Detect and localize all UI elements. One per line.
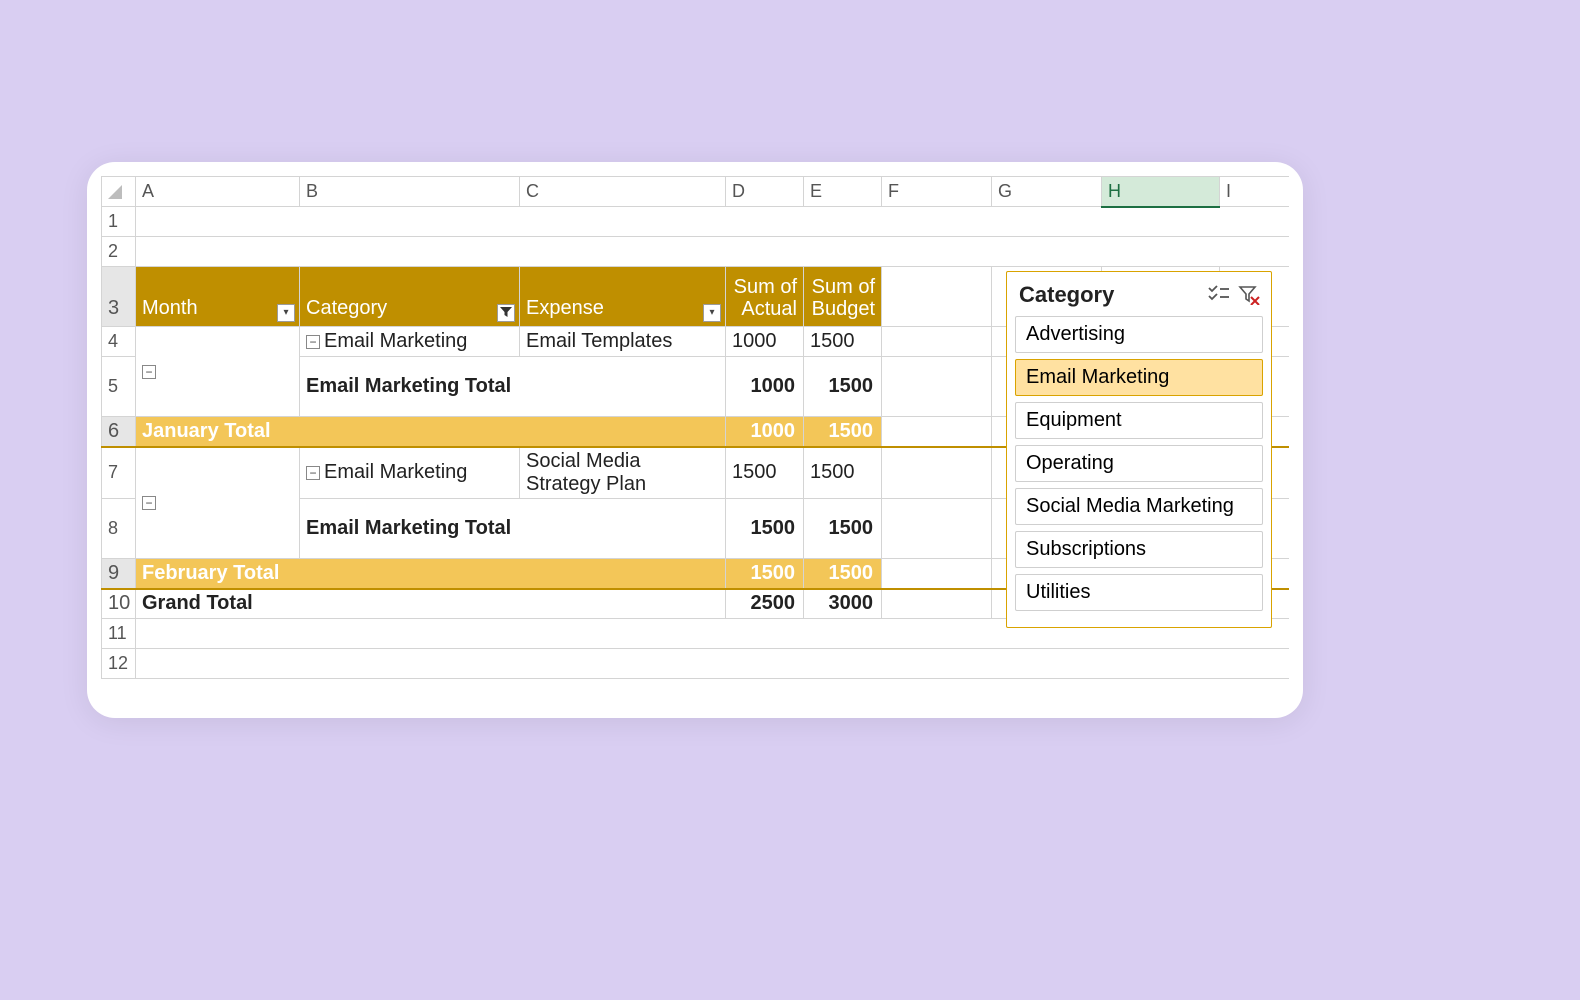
column-header-d[interactable]: D (726, 177, 804, 207)
month-cell-january[interactable]: −January (136, 327, 300, 417)
row-header-12[interactable]: 12 (102, 649, 136, 679)
label: Expense (526, 297, 604, 319)
category-subtotal-actual[interactable]: 1500 (726, 499, 804, 559)
pivot-header-budget[interactable]: Sum of Budget (804, 267, 882, 327)
cell[interactable] (882, 559, 992, 589)
category-subtotal-budget[interactable]: 1500 (804, 357, 882, 417)
collapse-icon[interactable]: − (306, 466, 320, 480)
column-header-i[interactable]: I (1220, 177, 1290, 207)
grand-total-label[interactable]: Grand Total (136, 589, 726, 619)
row-header-7[interactable]: 7 (102, 447, 136, 499)
row-header-8[interactable]: 8 (102, 499, 136, 559)
cell[interactable] (882, 499, 992, 559)
collapse-icon[interactable]: − (142, 496, 156, 510)
row-header-1[interactable]: 1 (102, 207, 136, 237)
cell[interactable] (882, 447, 992, 499)
cell[interactable] (136, 237, 1290, 267)
pivot-header-month[interactable]: Month ▾ (136, 267, 300, 327)
spreadsheet-panel: A B C D E F G H I 1 2 3 Month ▾ (87, 162, 1303, 718)
filter-active-icon[interactable] (497, 304, 515, 322)
category-subtotal-actual[interactable]: 1000 (726, 357, 804, 417)
slicer-item-equipment[interactable]: Equipment (1015, 402, 1263, 439)
multiselect-icon[interactable] (1207, 285, 1231, 305)
category-cell-feb[interactable]: −Email Marketing (300, 447, 520, 499)
cell[interactable] (136, 207, 1290, 237)
cell[interactable] (136, 649, 1290, 679)
column-header-f[interactable]: F (882, 177, 992, 207)
budget-cell[interactable]: 1500 (804, 327, 882, 357)
select-all-corner[interactable] (102, 177, 136, 207)
column-header-a[interactable]: A (136, 177, 300, 207)
category-subtotal-budget[interactable]: 1500 (804, 499, 882, 559)
label: Month (142, 297, 198, 319)
month-total-label[interactable]: January Total (136, 417, 726, 447)
row-header-10[interactable]: 10 (102, 589, 136, 619)
expense-cell[interactable]: Social Media Strategy Plan (520, 447, 726, 499)
column-header-h[interactable]: H (1102, 177, 1220, 207)
cell[interactable] (882, 267, 992, 327)
spreadsheet: A B C D E F G H I 1 2 3 Month ▾ (101, 176, 1289, 704)
row-header-9[interactable]: 9 (102, 559, 136, 589)
month-total-budget[interactable]: 1500 (804, 417, 882, 447)
month-cell-february[interactable]: −February (136, 447, 300, 559)
row-header-5[interactable]: 5 (102, 357, 136, 417)
clear-filter-icon[interactable] (1237, 285, 1261, 305)
pivot-header-expense[interactable]: Expense ▾ (520, 267, 726, 327)
row-header-3[interactable]: 3 (102, 267, 136, 327)
budget-cell[interactable]: 1500 (804, 447, 882, 499)
month-total-actual[interactable]: 1000 (726, 417, 804, 447)
row-header-6[interactable]: 6 (102, 417, 136, 447)
expense-cell[interactable]: Email Templates (520, 327, 726, 357)
pivot-header-category[interactable]: Category (300, 267, 520, 327)
slicer-title: Category (1019, 282, 1201, 308)
collapse-icon[interactable]: − (142, 365, 156, 379)
cell[interactable] (882, 589, 992, 619)
slicer-item-subscriptions[interactable]: Subscriptions (1015, 531, 1263, 568)
month-total-label[interactable]: February Total (136, 559, 726, 589)
row-header-4[interactable]: 4 (102, 327, 136, 357)
slicer-category[interactable]: Category Advertising Email Marketing Equ… (1006, 271, 1272, 628)
slicer-item-social-media-marketing[interactable]: Social Media Marketing (1015, 488, 1263, 525)
column-header-c[interactable]: C (520, 177, 726, 207)
cell[interactable] (882, 327, 992, 357)
column-header-g[interactable]: G (992, 177, 1102, 207)
category-subtotal-label[interactable]: Email Marketing Total (300, 357, 726, 417)
slicer-item-operating[interactable]: Operating (1015, 445, 1263, 482)
slicer-header[interactable]: Category (1015, 280, 1263, 316)
dropdown-icon[interactable]: ▾ (277, 304, 295, 322)
actual-cell[interactable]: 1000 (726, 327, 804, 357)
category-cell-jan[interactable]: −Email Marketing (300, 327, 520, 357)
dropdown-icon[interactable]: ▾ (703, 304, 721, 322)
pivot-header-actual[interactable]: Sum of Actual (726, 267, 804, 327)
grand-total-budget[interactable]: 3000 (804, 589, 882, 619)
category-label: Email Marketing (324, 330, 467, 352)
actual-cell[interactable]: 1500 (726, 447, 804, 499)
month-total-budget[interactable]: 1500 (804, 559, 882, 589)
month-total-actual[interactable]: 1500 (726, 559, 804, 589)
label: Category (306, 297, 387, 319)
column-header-row: A B C D E F G H I (102, 177, 1290, 207)
cell[interactable] (882, 357, 992, 417)
cell[interactable] (882, 417, 992, 447)
row-header-11[interactable]: 11 (102, 619, 136, 649)
month-label: February (160, 491, 240, 513)
category-subtotal-label[interactable]: Email Marketing Total (300, 499, 726, 559)
grand-total-actual[interactable]: 2500 (726, 589, 804, 619)
month-label: January (160, 360, 231, 382)
column-header-e[interactable]: E (804, 177, 882, 207)
collapse-icon[interactable]: − (306, 335, 320, 349)
slicer-item-utilities[interactable]: Utilities (1015, 574, 1263, 611)
column-header-b[interactable]: B (300, 177, 520, 207)
row-header-2[interactable]: 2 (102, 237, 136, 267)
category-label: Email Marketing (324, 461, 467, 483)
slicer-item-advertising[interactable]: Advertising (1015, 316, 1263, 353)
slicer-item-email-marketing[interactable]: Email Marketing (1015, 359, 1263, 396)
